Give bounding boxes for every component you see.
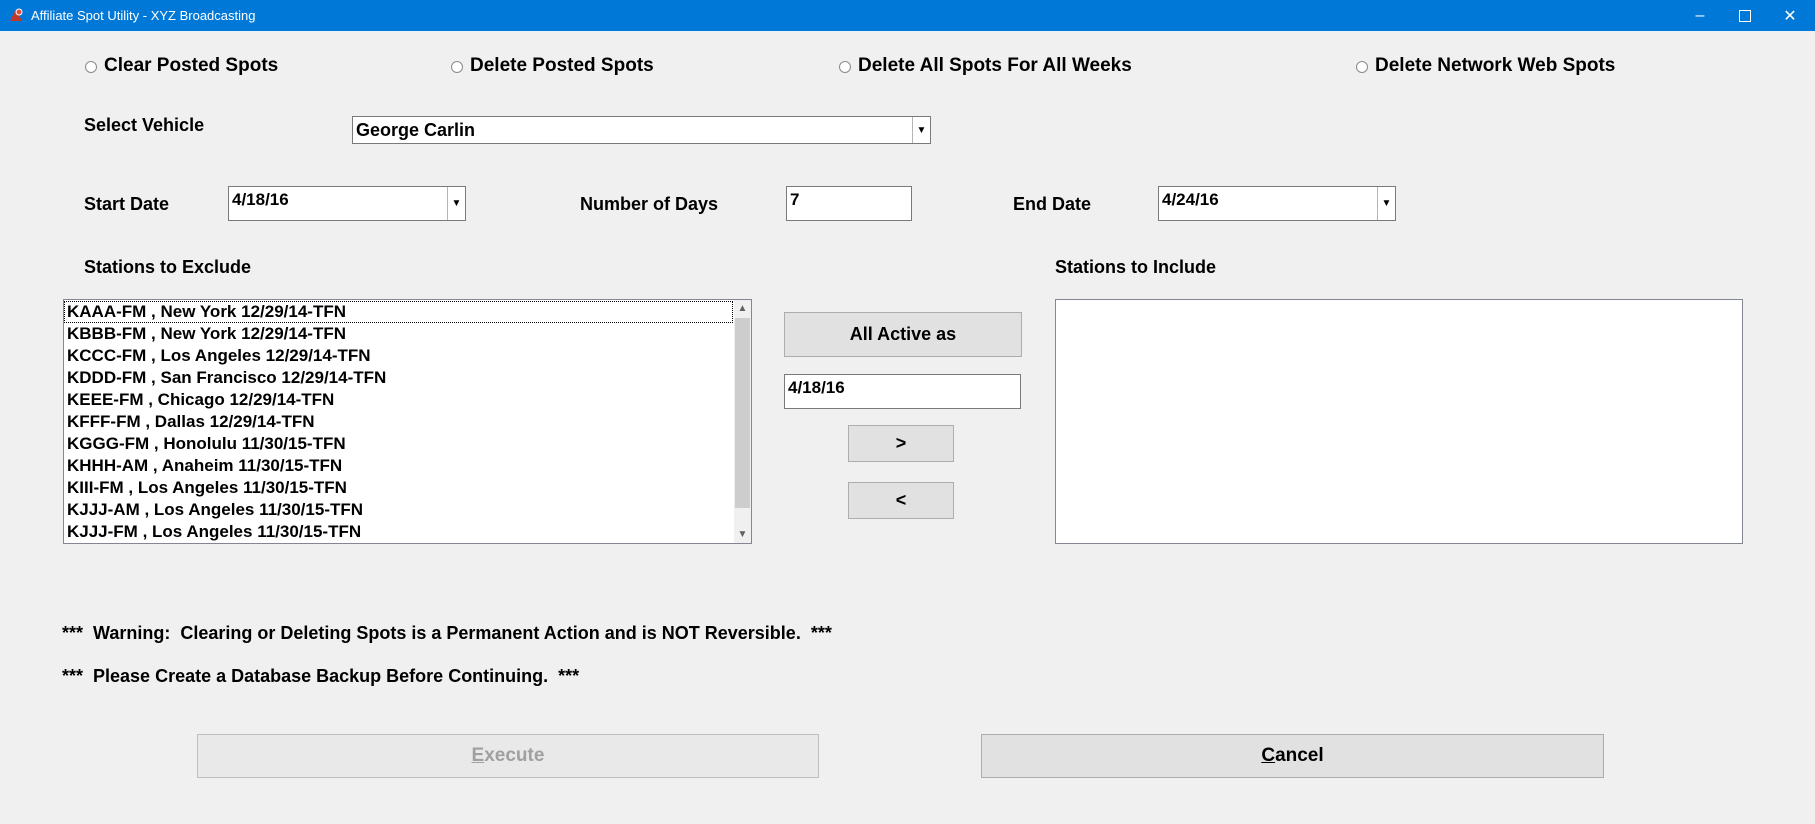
radio-label-clear-posted-spots[interactable]: Clear Posted Spots xyxy=(104,55,278,77)
list-item[interactable]: KBBB-FM , New York 12/29/14-TFN xyxy=(64,323,733,345)
start-date-value: 4/18/16 xyxy=(232,190,289,209)
scroll-up-icon[interactable]: ▲ xyxy=(734,300,751,317)
execute-mnemonic: E xyxy=(471,745,485,766)
minimize-icon: – xyxy=(1695,6,1705,24)
scroll-down-icon[interactable]: ▼ xyxy=(734,526,751,543)
scrollbar-thumb[interactable] xyxy=(735,318,750,508)
close-button[interactable]: ✕ xyxy=(1767,0,1813,31)
radio-delete-posted-spots[interactable] xyxy=(451,61,463,73)
radio-label-delete-posted-spots[interactable]: Delete Posted Spots xyxy=(470,55,654,77)
list-item[interactable]: KJJJ-FM , Los Angeles 11/30/15-TFN xyxy=(64,521,733,543)
radio-delete-all-spots[interactable] xyxy=(839,61,851,73)
stations-to-include-label: Stations to Include xyxy=(1055,257,1217,277)
list-item[interactable]: KFFF-FM , Dallas 12/29/14-TFN xyxy=(64,411,733,433)
cancel-button[interactable]: Cancel xyxy=(981,734,1604,778)
stations-include-list[interactable] xyxy=(1055,299,1743,544)
list-item[interactable]: KIII-FM , Los Angeles 11/30/15-TFN xyxy=(64,477,733,499)
move-left-button[interactable]: < xyxy=(848,482,954,519)
list-item[interactable]: KAAA-FM , New York 12/29/14-TFN xyxy=(64,301,733,323)
execute-label: xecute xyxy=(484,745,545,766)
chevron-down-icon[interactable]: ▼ xyxy=(912,117,930,143)
title-bar: Affiliate Spot Utility - XYZ Broadcastin… xyxy=(0,0,1815,31)
vehicle-select-value: George Carlin xyxy=(356,120,476,140)
window-title: Affiliate Spot Utility - XYZ Broadcastin… xyxy=(31,8,256,23)
radio-delete-network-web-spots[interactable] xyxy=(1356,61,1368,73)
end-date-select[interactable]: 4/24/16 ▼ xyxy=(1158,186,1396,221)
list-item[interactable]: KDDD-FM , San Francisco 12/29/14-TFN xyxy=(64,367,733,389)
chevron-down-icon[interactable]: ▼ xyxy=(1377,187,1395,220)
list-item[interactable]: KEEE-FM , Chicago 12/29/14-TFN xyxy=(64,389,733,411)
execute-button[interactable]: Execute xyxy=(197,734,819,778)
radio-label-delete-network-web-spots[interactable]: Delete Network Web Spots xyxy=(1375,55,1615,77)
end-date-value: 4/24/16 xyxy=(1162,190,1219,209)
cancel-label: ancel xyxy=(1275,745,1324,766)
start-date-select[interactable]: 4/18/16 ▼ xyxy=(228,186,466,221)
backup-warning-text: *** Please Create a Database Backup Befo… xyxy=(62,666,580,686)
warning-text: *** Warning: Clearing or Deleting Spots … xyxy=(62,623,832,643)
list-item[interactable]: KHHH-AM , Anaheim 11/30/15-TFN xyxy=(64,455,733,477)
minimize-button[interactable]: – xyxy=(1677,0,1723,31)
radio-label-delete-all-spots[interactable]: Delete All Spots For All Weeks xyxy=(858,55,1132,77)
exclude-list-scrollbar[interactable]: ▲ ▼ xyxy=(734,300,751,543)
list-item[interactable]: KJJJ-AM , Los Angeles 11/30/15-TFN xyxy=(64,499,733,521)
app-icon xyxy=(10,8,23,21)
move-right-button[interactable]: > xyxy=(848,425,954,462)
end-date-label: End Date xyxy=(1013,194,1092,214)
vehicle-select[interactable]: George Carlin ▼ xyxy=(352,116,931,144)
number-of-days-label: Number of Days xyxy=(580,194,719,214)
select-vehicle-label: Select Vehicle xyxy=(84,115,205,135)
chevron-down-icon[interactable]: ▼ xyxy=(447,187,465,220)
active-date-input[interactable]: 4/18/16 xyxy=(784,374,1021,409)
stations-exclude-list[interactable]: KAAA-FM , New York 12/29/14-TFN KBBB-FM … xyxy=(63,299,752,544)
stations-to-exclude-label: Stations to Exclude xyxy=(84,257,252,277)
list-item[interactable]: KCCC-FM , Los Angeles 12/29/14-TFN xyxy=(64,345,733,367)
all-active-as-button[interactable]: All Active as xyxy=(784,312,1022,357)
close-icon: ✕ xyxy=(1783,7,1797,25)
maximize-button[interactable] xyxy=(1722,0,1768,31)
radio-clear-posted-spots[interactable] xyxy=(85,61,97,73)
list-item[interactable]: KGGG-FM , Honolulu 11/30/15-TFN xyxy=(64,433,733,455)
number-of-days-input[interactable]: 7 xyxy=(786,186,912,221)
start-date-label: Start Date xyxy=(84,194,170,214)
maximize-icon xyxy=(1739,9,1751,22)
cancel-mnemonic: C xyxy=(1261,745,1276,766)
